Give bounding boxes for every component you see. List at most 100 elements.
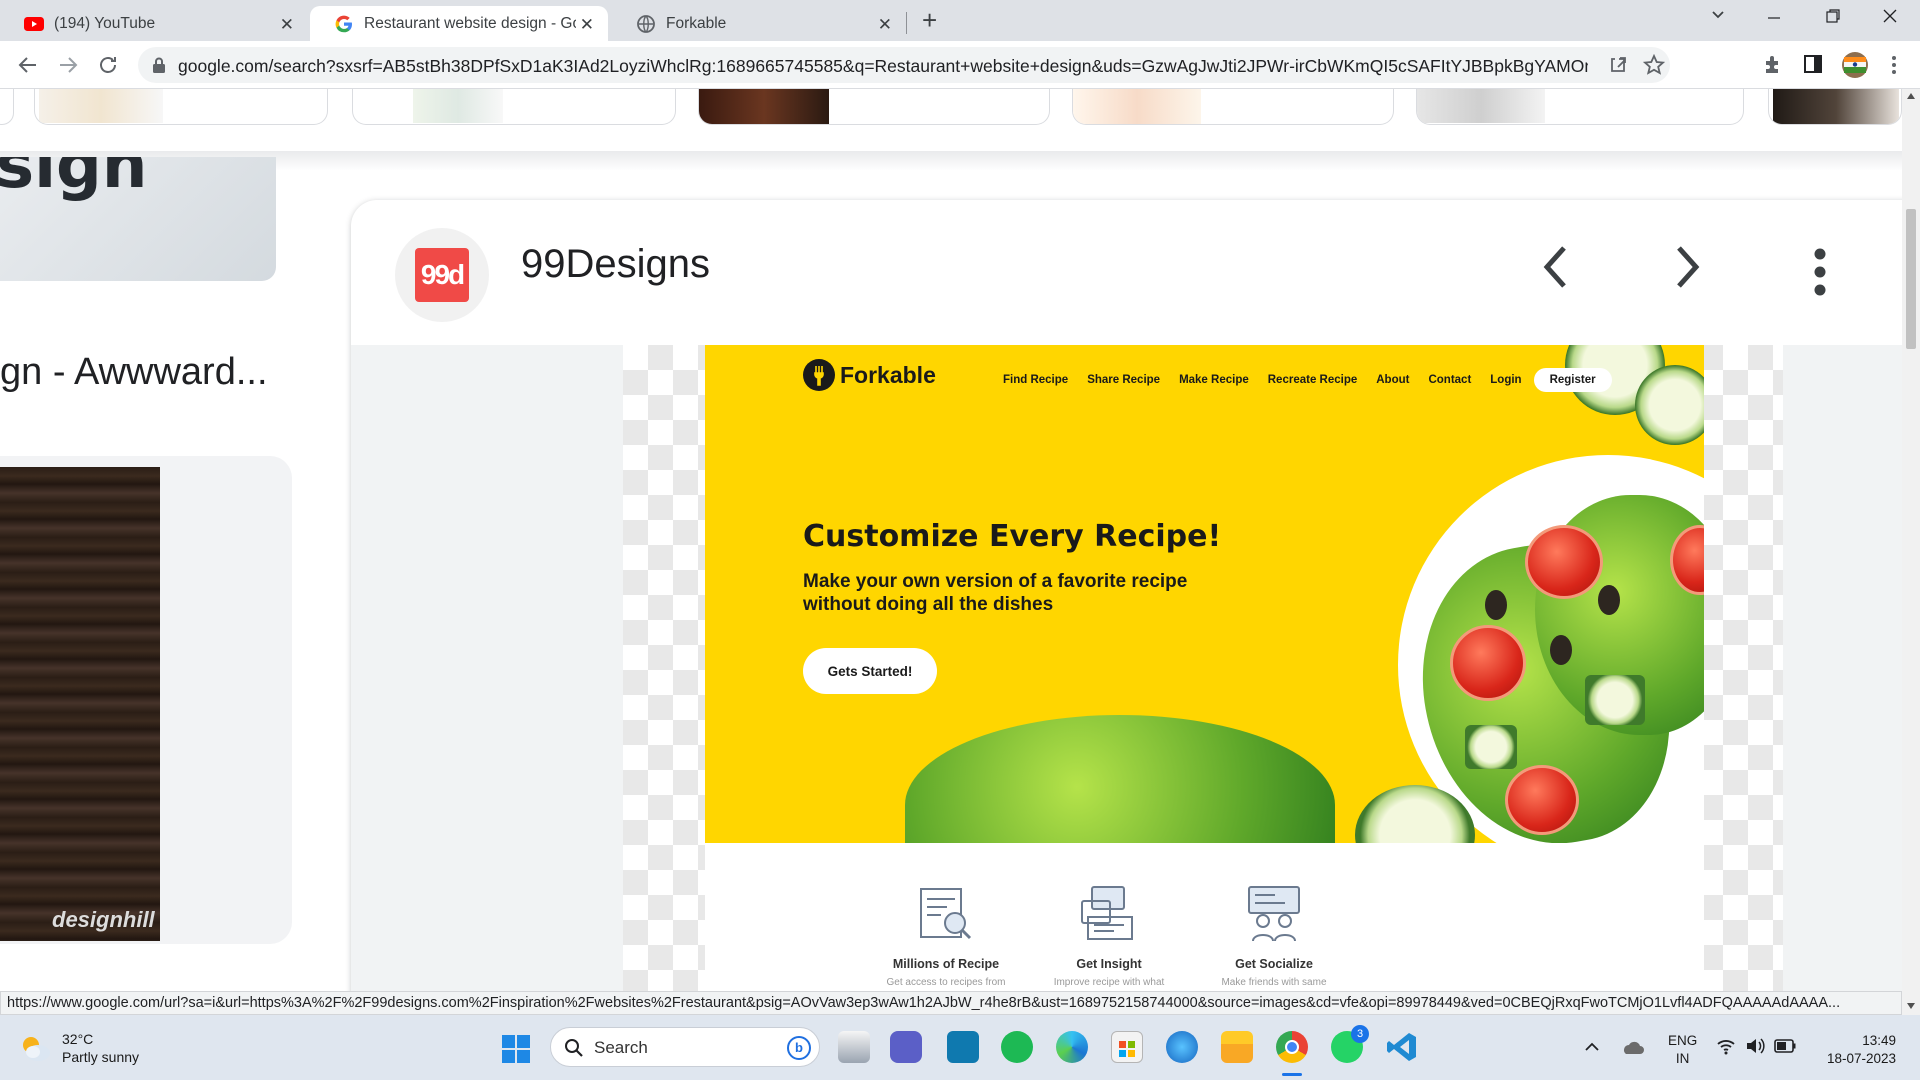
- wifi-icon[interactable]: [1716, 1037, 1736, 1055]
- minimize-button[interactable]: [1766, 8, 1782, 24]
- scroll-up-icon[interactable]: [1907, 93, 1915, 99]
- system-clock[interactable]: 13:49 18-07-2023: [1818, 1032, 1896, 1068]
- related-chip[interactable]: [698, 89, 1050, 125]
- share-icon[interactable]: [1608, 55, 1628, 75]
- site-hero: Forkable Find Recipe Share Recipe Make R…: [705, 345, 1704, 843]
- nav-recreate-recipe[interactable]: Recreate Recipe: [1268, 374, 1358, 386]
- nav-share-recipe[interactable]: Share Recipe: [1087, 374, 1160, 386]
- related-chip[interactable]: [352, 89, 676, 125]
- forkable-logo[interactable]: Forkable: [803, 359, 936, 391]
- register-button[interactable]: Register: [1533, 368, 1612, 392]
- browser-app-icon[interactable]: [1166, 1031, 1198, 1063]
- tab-title: (194) YouTube: [54, 14, 156, 32]
- hero-subline: Make your own version of a favorite reci…: [803, 571, 1188, 615]
- teams-chat-icon[interactable]: [890, 1031, 922, 1063]
- chrome-menu-icon[interactable]: [1882, 53, 1906, 77]
- nav-login[interactable]: Login: [1490, 374, 1521, 386]
- cucumber-chunk: [1585, 675, 1645, 725]
- address-bar[interactable]: google.com/search?sxsrf=AB5stBh38DPfSxD1…: [138, 47, 1670, 83]
- weather-temp: 32°C: [62, 1031, 94, 1047]
- preview-website-image[interactable]: Forkable Find Recipe Share Recipe Make R…: [705, 345, 1704, 991]
- source-logo[interactable]: 99d: [395, 228, 489, 322]
- related-chip[interactable]: [34, 89, 328, 125]
- chrome-icon[interactable]: [1276, 1031, 1308, 1063]
- scrollbar-thumb[interactable]: [1906, 209, 1916, 349]
- cucumber-slice: [1635, 365, 1704, 445]
- result-title[interactable]: gn - Awwward...: [0, 351, 268, 394]
- nav-contact[interactable]: Contact: [1428, 374, 1471, 386]
- whatsapp-icon[interactable]: 3: [1331, 1025, 1369, 1063]
- olive: [1550, 635, 1572, 665]
- spotify-icon[interactable]: [1001, 1031, 1033, 1063]
- new-tab-button[interactable]: +: [922, 7, 937, 33]
- extensions-icon[interactable]: [1762, 53, 1786, 77]
- scroll-down-icon[interactable]: [1907, 1003, 1915, 1009]
- start-button[interactable]: [502, 1035, 530, 1063]
- close-tab-icon[interactable]: ✕: [580, 15, 594, 35]
- olive: [1598, 585, 1620, 615]
- close-tab-icon[interactable]: ✕: [878, 15, 892, 35]
- previous-image-button[interactable]: [1540, 244, 1570, 290]
- show-hidden-icons-chevron[interactable]: [1584, 1041, 1600, 1051]
- region-code: IN: [1675, 1051, 1690, 1066]
- get-started-button[interactable]: Gets Started!: [803, 648, 937, 694]
- forward-button[interactable]: [56, 53, 80, 77]
- tab-title: Restaurant website design - Google Searc…: [364, 14, 576, 32]
- task-view-icon[interactable]: [838, 1031, 870, 1063]
- tab-youtube[interactable]: (194) YouTube ✕: [0, 6, 308, 41]
- lock-icon[interactable]: [152, 57, 166, 73]
- tab-google-search[interactable]: Restaurant website design - Google Searc…: [310, 6, 608, 41]
- browser-toolbar: google.com/search?sxsrf=AB5stBh38DPfSxD1…: [0, 41, 1920, 89]
- nav-make-recipe[interactable]: Make Recipe: [1179, 374, 1249, 386]
- url-text[interactable]: google.com/search?sxsrf=AB5stBh38DPfSxD1…: [178, 56, 1588, 77]
- side-panel-icon[interactable]: [1802, 53, 1826, 77]
- source-name[interactable]: 99Designs: [521, 242, 710, 287]
- tab-forkable[interactable]: Forkable ✕: [612, 6, 906, 41]
- status-bar-link-preview: https://www.google.com/url?sa=i&url=http…: [0, 991, 1902, 1015]
- related-chip-thumbnail: [413, 89, 503, 123]
- nav-find-recipe[interactable]: Find Recipe: [1003, 374, 1068, 386]
- file-explorer-icon[interactable]: [1221, 1031, 1253, 1063]
- reload-button[interactable]: [96, 53, 120, 77]
- result-image-wood[interactable]: designhill: [0, 467, 160, 941]
- battery-icon[interactable]: [1774, 1039, 1796, 1053]
- result-card[interactable]: designhill: [0, 456, 292, 944]
- page-content: sign gn - Awwward... designhill 99d 99De…: [0, 89, 1902, 991]
- related-chip[interactable]: [0, 89, 14, 125]
- more-options-icon[interactable]: [1813, 248, 1827, 296]
- prime-video-icon[interactable]: [947, 1031, 979, 1063]
- onedrive-cloud-icon[interactable]: [1620, 1039, 1644, 1055]
- nav-about[interactable]: About: [1376, 374, 1409, 386]
- profile-avatar[interactable]: [1841, 51, 1869, 79]
- logo-text: 99d: [420, 259, 465, 290]
- microsoft-store-icon[interactable]: [1111, 1031, 1143, 1063]
- site-nav: Find Recipe Share Recipe Make Recipe Rec…: [1003, 368, 1631, 392]
- close-window-button[interactable]: [1882, 8, 1898, 24]
- next-image-button[interactable]: [1673, 244, 1703, 290]
- related-chip-thumbnail: [1773, 89, 1899, 124]
- cucumber-chunk: [1465, 725, 1517, 769]
- bookmark-star-icon[interactable]: [1643, 54, 1665, 76]
- page-scrollbar[interactable]: [1902, 89, 1920, 1015]
- bing-icon[interactable]: b: [787, 1036, 811, 1060]
- back-button[interactable]: [16, 53, 40, 77]
- tomato: [1450, 625, 1526, 701]
- notification-badge: 3: [1351, 1025, 1369, 1043]
- feature-subtext: Improve recipe with what: [1053, 977, 1165, 988]
- tab-search-icon[interactable]: [1710, 6, 1726, 22]
- feature-subtext: Make friends with same: [1221, 977, 1327, 988]
- language-indicator[interactable]: ENG IN: [1668, 1032, 1697, 1068]
- close-tab-icon[interactable]: ✕: [280, 15, 294, 35]
- related-chip[interactable]: [1072, 89, 1394, 125]
- vscode-icon[interactable]: [1386, 1031, 1418, 1063]
- edge-icon[interactable]: [1056, 1031, 1088, 1063]
- result-thumbnail[interactable]: sign: [0, 157, 276, 281]
- restore-button[interactable]: [1825, 8, 1841, 24]
- fork-icon: [803, 359, 835, 391]
- volume-icon[interactable]: [1745, 1037, 1765, 1055]
- taskbar-search[interactable]: Search b: [550, 1027, 820, 1067]
- related-chip[interactable]: [1416, 89, 1744, 125]
- olive: [1485, 590, 1507, 620]
- weather-widget[interactable]: 32°C Partly sunny: [18, 1030, 139, 1066]
- related-chip[interactable]: [1768, 89, 1902, 125]
